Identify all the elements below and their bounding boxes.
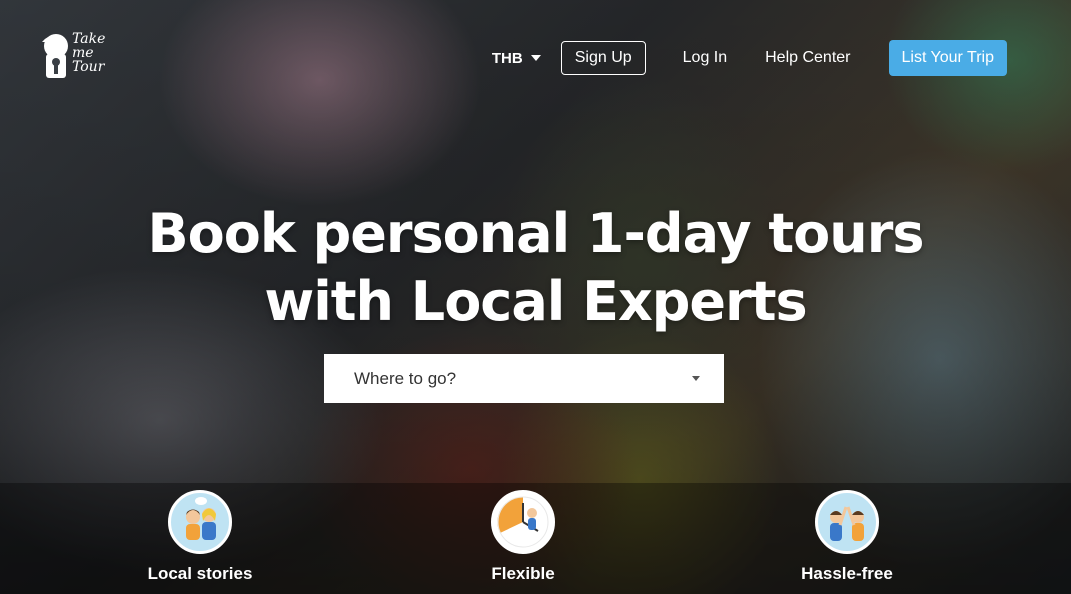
currency-selector[interactable]: THB — [492, 50, 541, 67]
chevron-down-icon — [692, 376, 700, 381]
logo-word-2: me — [72, 45, 94, 61]
feature-flexible: Flexible — [433, 490, 613, 584]
chevron-down-icon — [530, 55, 541, 61]
destination-placeholder: Where to go? — [354, 368, 457, 388]
log-in-link[interactable]: Log In — [683, 49, 727, 67]
logo-figure-icon — [42, 34, 68, 78]
top-navigation: THB Sign Up Log In Help Center List Your… — [492, 40, 1007, 76]
hassle-free-high-five-icon — [815, 490, 879, 554]
list-your-trip-button[interactable]: List Your Trip — [888, 40, 1007, 76]
flexible-clock-icon — [491, 490, 555, 554]
headline-line-1: Book personal 1-day tours — [147, 202, 925, 265]
logo-word-1: Take — [72, 31, 106, 47]
brand-logo[interactable]: Take me Tour — [38, 30, 118, 86]
logo-wordmark: Take me Tour — [72, 32, 118, 74]
local-stories-icon — [168, 490, 232, 554]
destination-select[interactable]: Where to go? — [324, 354, 724, 403]
sign-up-button[interactable]: Sign Up — [560, 41, 646, 75]
currency-label: THB — [491, 49, 523, 67]
feature-label: Local stories — [147, 564, 253, 583]
feature-hassle-free: Hassle-free — [757, 490, 937, 584]
hero-headline: Book personal 1-day tours with Local Exp… — [0, 200, 1071, 336]
feature-label: Hassle-free — [801, 564, 893, 583]
logo-word-3: Tour — [72, 59, 105, 75]
feature-label: Flexible — [491, 564, 555, 583]
headline-line-2: with Local Experts — [264, 270, 807, 333]
feature-local-stories: Local stories — [110, 490, 290, 584]
hero-section: Take me Tour THB Sign Up Log In Help Cen… — [0, 0, 1071, 594]
help-center-link[interactable]: Help Center — [765, 49, 850, 67]
